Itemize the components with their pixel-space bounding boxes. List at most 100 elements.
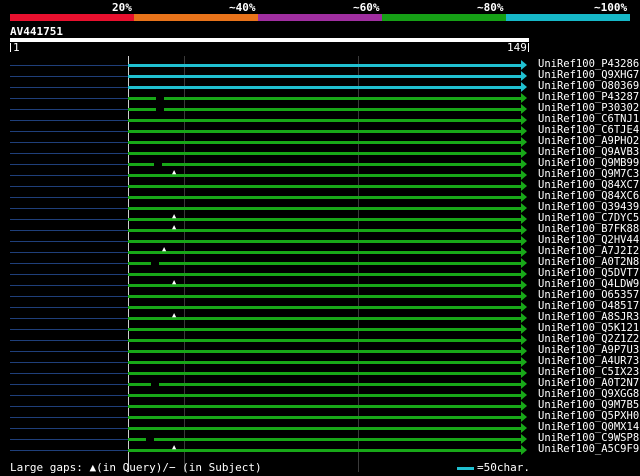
- hit-arrow-icon: [521, 390, 527, 400]
- hit-unaligned-region: [10, 362, 128, 363]
- legend-segment-red: [10, 14, 134, 21]
- hit-arrow-icon: [521, 93, 527, 103]
- hit-unaligned-region: [10, 428, 128, 429]
- legend-label-80: ~80%: [477, 1, 504, 14]
- hit-alignment-bar: [128, 75, 521, 78]
- hit-alignment-bar: [128, 64, 521, 67]
- query-id: AV441751: [10, 25, 63, 38]
- query-gap-icon: ▲: [172, 223, 177, 231]
- subject-gap-mark: [146, 438, 154, 441]
- hit-unaligned-region: [10, 120, 128, 121]
- hit-unaligned-region: [10, 164, 128, 165]
- hit-arrow-icon: [521, 104, 527, 114]
- hit-unaligned-region: [10, 230, 128, 231]
- hit-arrow-icon: [521, 82, 527, 92]
- hit-unaligned-region: [10, 142, 128, 143]
- hit-arrow-icon: [521, 214, 527, 224]
- hit-arrow-icon: [521, 258, 527, 268]
- hit-unaligned-region: [10, 131, 128, 132]
- hit-unaligned-region: [10, 274, 128, 275]
- hit-unaligned-region: [10, 439, 128, 440]
- legend-segment-purple: [258, 14, 382, 21]
- hit-unaligned-region: [10, 351, 128, 352]
- subject-gap-mark: [156, 108, 164, 111]
- gap-legend-text: Large gaps: ▲(in Query)/− (in Subject): [10, 461, 262, 474]
- legend-segment-green: [382, 14, 506, 21]
- query-ruler: [10, 38, 529, 42]
- hit-arrow-icon: [521, 434, 527, 444]
- hit-alignment-bar: [128, 119, 521, 122]
- hit-alignment-bar: [128, 174, 521, 177]
- hit-alignment-bar: [128, 284, 521, 287]
- hit-arrow-icon: [521, 159, 527, 169]
- query-gap-icon: ▲: [172, 278, 177, 286]
- hit-arrow-icon: [521, 236, 527, 246]
- subject-gap-mark: [156, 97, 164, 100]
- subject-gap-mark: [154, 163, 162, 166]
- hit-alignment-bar: [128, 449, 521, 452]
- hit-unaligned-region: [10, 296, 128, 297]
- hit-unaligned-region: [10, 208, 128, 209]
- hit-unaligned-region: [10, 307, 128, 308]
- hit-alignment-bar: [128, 427, 521, 430]
- hit-unaligned-region: [10, 197, 128, 198]
- hit-alignment-bar: [128, 185, 521, 188]
- hit-arrow-icon: [521, 148, 527, 158]
- hit-arrow-icon: [521, 423, 527, 433]
- hit-arrow-icon: [521, 60, 527, 70]
- hit-alignment-bar: [128, 163, 521, 166]
- query-gap-icon: ▲: [162, 245, 167, 253]
- hit-arrow-icon: [521, 71, 527, 81]
- legend-label-40: ~40%: [229, 1, 256, 14]
- legend-segment-orange: [134, 14, 258, 21]
- hit-row[interactable]: ▲ UniRef100_A5C9F9: [0, 443, 640, 455]
- hit-unaligned-region: [10, 395, 128, 396]
- hit-alignment-bar: [128, 350, 521, 353]
- hit-alignment-bar: [128, 262, 521, 265]
- ruler-start-tick: [10, 43, 11, 52]
- hit-arrow-icon: [521, 115, 527, 125]
- hit-alignment-bar: [128, 339, 521, 342]
- hit-arrow-icon: [521, 357, 527, 367]
- legend-label-20: 20%: [112, 1, 132, 14]
- hit-alignment-bar: [128, 229, 521, 232]
- hit-alignment-bar: [128, 97, 521, 100]
- hit-unaligned-region: [10, 373, 128, 374]
- hit-alignment-bar: [128, 438, 521, 441]
- hit-unaligned-region: [10, 241, 128, 242]
- hit-alignment-bar: [128, 141, 521, 144]
- hit-unaligned-region: [10, 76, 128, 77]
- hit-arrow-icon: [521, 412, 527, 422]
- hit-arrow-icon: [521, 335, 527, 345]
- hit-unaligned-region: [10, 153, 128, 154]
- hit-alignment-bar: [128, 328, 521, 331]
- hit-alignment-bar: [128, 361, 521, 364]
- hit-alignment-bar: [128, 108, 521, 111]
- hit-alignment-bar: [128, 416, 521, 419]
- hit-alignment-bar: [128, 152, 521, 155]
- legend-segment-cyan: [506, 14, 630, 21]
- hit-unaligned-region: [10, 109, 128, 110]
- hit-arrow-icon: [521, 445, 527, 455]
- hit-unaligned-region: [10, 263, 128, 264]
- hit-arrow-icon: [521, 313, 527, 323]
- hit-alignment-bar: [128, 130, 521, 133]
- subject-gap-mark: [151, 383, 159, 386]
- query-gap-icon: ▲: [172, 443, 177, 451]
- hit-alignment-bar: [128, 196, 521, 199]
- query-gap-icon: ▲: [172, 168, 177, 176]
- hit-label-link[interactable]: UniRef100_A5C9F9: [538, 443, 639, 455]
- query-gap-icon: ▲: [172, 311, 177, 319]
- hit-arrow-icon: [521, 170, 527, 180]
- hit-unaligned-region: [10, 175, 128, 176]
- legend-label-100: ~100%: [594, 1, 628, 14]
- hit-arrow-icon: [521, 280, 527, 290]
- query-gap-icon: ▲: [172, 212, 177, 220]
- scale-bar: [457, 467, 474, 470]
- hit-arrow-icon: [521, 181, 527, 191]
- hit-arrow-icon: [521, 291, 527, 301]
- hit-arrow-icon: [521, 324, 527, 334]
- hit-arrow-icon: [521, 401, 527, 411]
- hit-arrow-icon: [521, 379, 527, 389]
- hit-unaligned-region: [10, 98, 128, 99]
